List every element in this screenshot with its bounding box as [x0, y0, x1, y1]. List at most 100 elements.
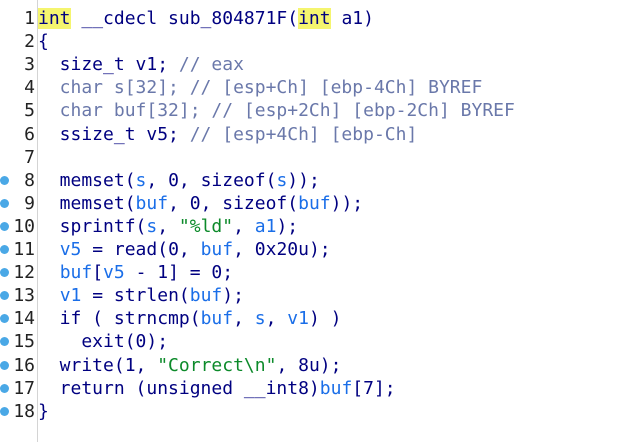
comment-token: char s[32]; — [38, 77, 190, 99]
line-number: 6 — [24, 123, 35, 145]
line-number: 12 — [13, 262, 35, 284]
code-line[interactable]: 9 memset(buf, 0, sizeof(buf)); — [0, 192, 640, 215]
comment-token: char buf[32]; — [38, 100, 212, 122]
code-line[interactable]: 15 exit(0); — [0, 330, 640, 353]
code-line[interactable]: 8 memset(s, 0, sizeof(s)); — [0, 169, 640, 192]
code-line[interactable]: 2{ — [0, 30, 640, 53]
code-token: , 0x20u); — [233, 239, 331, 260]
variable-token[interactable]: v5 — [60, 239, 82, 260]
highlighted-keyword[interactable]: int — [38, 8, 71, 29]
variable-token[interactable]: buf — [298, 193, 331, 214]
code-text: exit(0); — [38, 330, 168, 353]
code-token: [ — [92, 262, 104, 284]
line-number: 13 — [13, 285, 35, 307]
code-text: write(1, "Correct\n", 8u); — [38, 354, 342, 377]
code-line[interactable]: 6 ssize_t v5; // [esp+4Ch] [ebp-Ch] — [0, 123, 640, 146]
line-number: 18 — [13, 400, 35, 422]
code-token: __cdecl sub_804871F( — [70, 8, 299, 29]
line-number: 3 — [24, 54, 35, 76]
code-token: , — [265, 308, 288, 330]
code-line[interactable]: 1 int __cdecl sub_804871F(int a1) — [0, 7, 640, 30]
code-line[interactable]: 5 char buf[32]; // [esp+2Ch] [ebp-2Ch] B… — [0, 99, 640, 122]
code-text: return (unsigned __int8)buf[7]; — [38, 377, 396, 400]
code-text: size_t v1; // eax — [38, 53, 244, 76]
code-text: v5 = read(0, buf, 0x20u); — [38, 238, 331, 261]
code-text: } — [38, 400, 49, 423]
line-number: 15 — [13, 331, 35, 353]
code-text: int __cdecl sub_804871F(int a1) — [38, 7, 374, 30]
pseudocode-view[interactable]: 1 int __cdecl sub_804871F(int a1) 2{3 size… — [0, 0, 640, 442]
code-token: ) ) — [308, 308, 342, 330]
code-line[interactable]: 13 v1 = strlen(buf); — [0, 284, 640, 307]
line-number: 7 — [24, 146, 35, 168]
code-line[interactable]: 4 char s[32]; // [esp+Ch] [ebp-4Ch] BYRE… — [0, 76, 640, 99]
code-text: memset(buf, 0, sizeof(buf)); — [38, 192, 363, 215]
code-token: , 0, sizeof( — [168, 192, 299, 214]
variable-token[interactable]: s — [146, 216, 157, 237]
line-number: 5 — [24, 100, 35, 122]
code-token: write(1, — [38, 354, 158, 376]
code-token: a1) — [330, 8, 374, 29]
code-token: )); — [330, 192, 364, 214]
code-line[interactable]: 10 sprintf(s, "%ld", a1); — [0, 215, 640, 238]
variable-token[interactable]: buf — [190, 285, 223, 306]
variable-token[interactable]: v5 — [103, 262, 125, 283]
comment-token: // [esp+Ch] [ebp-4Ch] BYREF — [189, 77, 483, 99]
code-text: v1 = strlen(buf); — [38, 284, 244, 307]
code-token: = read(0, — [81, 239, 201, 260]
code-line[interactable]: 11 v5 = read(0, buf, 0x20u); — [0, 238, 640, 261]
code-line[interactable]: 7 — [0, 146, 640, 169]
code-token: { — [38, 31, 49, 53]
code-token: , — [233, 308, 255, 330]
code-text: ssize_t v5; // [esp+4Ch] [ebp-Ch] — [38, 123, 418, 146]
variable-token[interactable]: s — [136, 170, 147, 191]
code-line[interactable]: 3 size_t v1; // eax — [0, 53, 640, 76]
string-literal: "%ld" — [178, 215, 234, 237]
variable-token[interactable]: v1 — [287, 308, 309, 329]
variable-token[interactable]: s — [255, 308, 266, 329]
code-token: size_t v1; — [38, 54, 179, 76]
code-line[interactable]: 12 buf[v5 - 1] = 0; — [0, 261, 640, 284]
code-token: exit(0); — [38, 331, 169, 353]
code-line[interactable]: 16 write(1, "Correct\n", 8u); — [0, 354, 640, 377]
code-token: = strlen( — [81, 285, 190, 307]
variable-token[interactable]: buf — [201, 239, 234, 260]
variable-token[interactable]: buf — [136, 193, 169, 214]
code-token: sprintf( — [38, 215, 147, 237]
code-token: return (unsigned __int8) — [38, 377, 320, 399]
line-number: 8 — [24, 169, 35, 191]
code-line[interactable]: 14 if ( strncmp(buf, s, v1) ) — [0, 307, 640, 330]
highlighted-keyword[interactable]: int — [298, 8, 331, 29]
line-number: 10 — [13, 215, 35, 237]
code-text: char buf[32]; // [esp+2Ch] [ebp-2Ch] BYR… — [38, 99, 515, 122]
variable-token[interactable]: v1 — [60, 285, 82, 306]
variable-token[interactable]: buf — [320, 378, 353, 399]
line-number: 16 — [13, 354, 35, 376]
code-token: ); — [222, 285, 244, 307]
code-token: , — [233, 215, 255, 237]
comment-token: // [esp+2Ch] [ebp-2Ch] BYREF — [211, 100, 515, 122]
code-text: buf[v5 - 1] = 0; — [38, 261, 233, 284]
code-line[interactable]: 18} — [0, 400, 640, 423]
variable-token[interactable]: s — [276, 170, 287, 191]
variable-token[interactable]: a1 — [255, 216, 277, 237]
variable-token[interactable]: buf — [60, 262, 93, 283]
code-token: memset( — [38, 169, 136, 191]
variable-token[interactable]: buf — [201, 308, 234, 329]
comment-token: // [esp+4Ch] [ebp-Ch] — [189, 123, 418, 145]
code-token: if ( strncmp( — [38, 308, 201, 330]
code-text: sprintf(s, "%ld", a1); — [38, 215, 298, 238]
code-token: ); — [276, 215, 299, 237]
line-number: 4 — [24, 77, 35, 99]
code-token: [7]; — [352, 377, 396, 399]
code-token: - 1] = 0; — [124, 262, 234, 284]
comment-token: // eax — [178, 54, 244, 76]
line-number: 14 — [13, 308, 35, 330]
line-number: 9 — [24, 192, 35, 214]
line-number: 1 — [24, 8, 35, 29]
code-token: , 0, sizeof( — [146, 169, 277, 191]
code-line[interactable]: 17 return (unsigned __int8)buf[7]; — [0, 377, 640, 400]
